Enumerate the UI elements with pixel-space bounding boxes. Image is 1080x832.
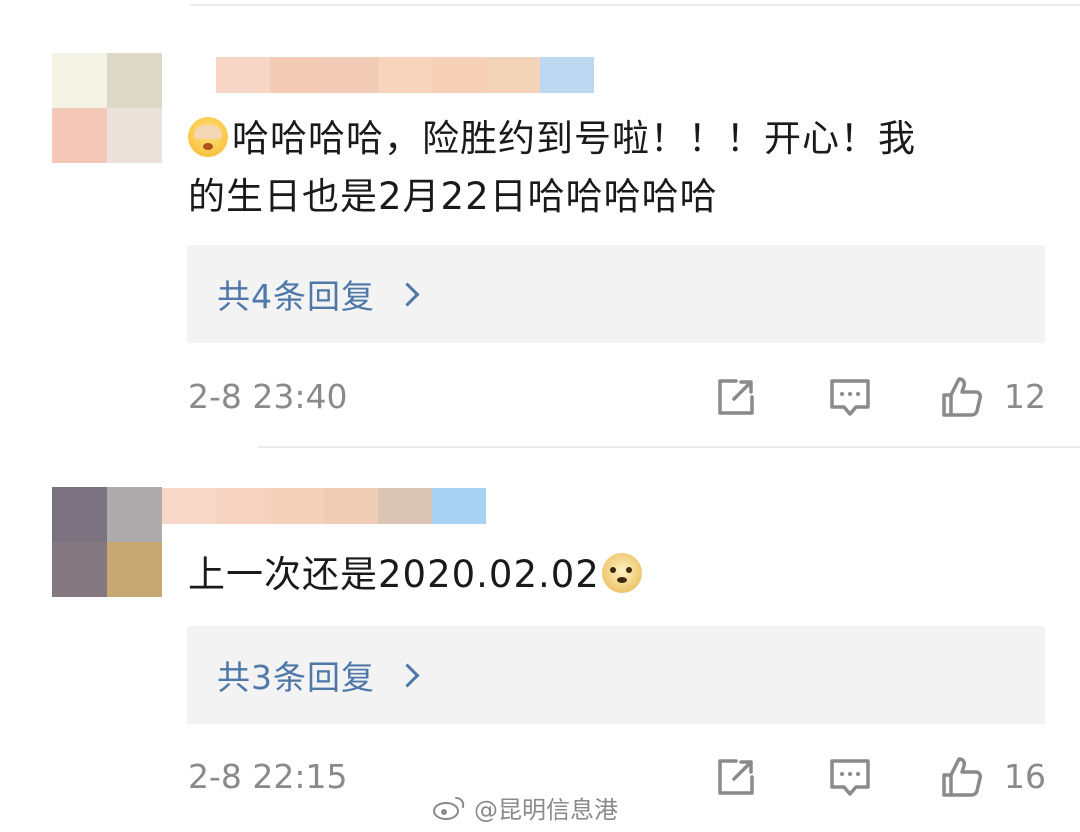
censor-pixel [378,57,432,93]
view-replies-button[interactable]: 共3条回复 [187,626,1045,724]
censor-pixel [107,108,162,163]
censor-pixel [52,542,107,597]
censor-pixel [216,488,270,524]
comment-text-line2: 的生日也是2月22日哈哈哈哈哈 [188,175,718,218]
comment-icon[interactable] [828,755,872,799]
comment-item: 上一次还是2020.02.02 共3条回复 2-8 22:15 16 [0,448,1080,832]
doge-emoji-icon [601,553,642,593]
censor-pixel [52,53,107,108]
chevron-right-icon [395,662,420,688]
comment-item: 哈哈哈哈，险胜约到号啦！！！开心！我 的生日也是2月22日哈哈哈哈哈 共4条回复… [0,0,1080,446]
share-icon[interactable] [714,375,758,419]
censor-pixel [324,488,378,524]
comment-meta-row: 2-8 23:40 12 [0,367,1080,427]
username-censored[interactable] [162,488,486,524]
censor-pixel [216,57,270,93]
username-censored[interactable] [216,57,594,93]
censor-pixel [378,488,432,524]
censor-pixel [107,542,162,597]
censor-pixel [432,488,486,524]
chevron-right-icon [395,281,420,307]
reply-count-label: 共4条回复 [217,277,375,316]
censor-pixel [324,57,378,93]
reply-count-label: 共3条回复 [217,658,375,697]
comment-text: 哈哈哈哈，险胜约到号啦！！！开心！我 的生日也是2月22日哈哈哈哈哈 [188,110,1048,226]
thumbs-up-icon[interactable] [940,375,984,419]
watermark-text: @昆明信息港 [474,796,618,824]
comment-text: 上一次还是2020.02.02 [188,546,1048,604]
avatar[interactable] [52,53,162,163]
timestamp: 2-8 23:40 [188,377,348,416]
like-count: 12 [1004,377,1046,416]
censor-pixel [107,487,162,542]
avatar[interactable] [52,487,162,597]
censor-pixel [107,53,162,108]
censor-pixel [52,108,107,163]
comment-icon[interactable] [828,375,872,419]
facepalm-emoji-icon [188,117,228,157]
view-replies-button[interactable]: 共4条回复 [187,245,1045,343]
like-count: 16 [1004,757,1046,796]
censor-pixel [432,57,486,93]
watermark: @昆明信息港 [432,790,618,825]
censor-pixel [270,57,324,93]
censor-pixel [52,487,107,542]
weibo-icon [433,796,465,820]
censor-pixel [486,57,540,93]
timestamp: 2-8 22:15 [188,757,348,796]
comment-text-line1: 哈哈哈哈，险胜约到号啦！！！开心！我 [232,117,916,160]
censor-pixel [270,488,324,524]
censor-pixel [162,488,216,524]
comment-text-line1: 上一次还是2020.02.02 [188,553,600,596]
thumbs-up-icon[interactable] [940,755,984,799]
share-icon[interactable] [714,755,758,799]
censor-pixel [540,57,594,93]
